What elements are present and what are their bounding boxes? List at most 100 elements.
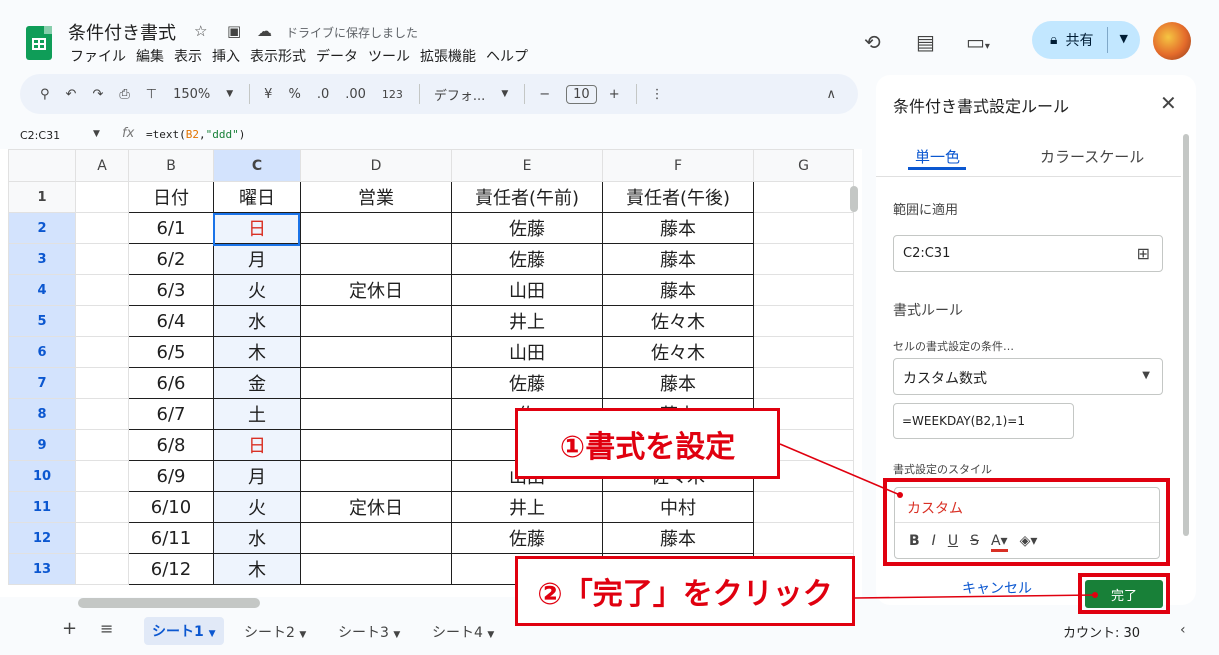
cell[interactable]: 6/12 bbox=[128, 553, 214, 585]
sheet-grid[interactable]: A B C D E F G 1 日付 曜日 営業 責任者(午前) 責任者(午後) 2 6/1 日佐藤 藤本 3 6/… bbox=[0, 149, 862, 597]
bold-icon[interactable]: B bbox=[909, 533, 920, 552]
cell[interactable]: 定休日 bbox=[300, 274, 452, 306]
chevron-down-icon[interactable]: ▼ bbox=[1120, 32, 1128, 45]
menu-data[interactable]: データ bbox=[316, 46, 358, 66]
row-header[interactable]: 11 bbox=[8, 491, 76, 523]
document-title[interactable]: 条件付き書式 bbox=[68, 19, 176, 45]
cell[interactable]: 月 bbox=[213, 460, 301, 492]
cell[interactable] bbox=[75, 274, 129, 306]
cell[interactable]: 日 bbox=[213, 212, 301, 244]
cell[interactable]: 佐々木 bbox=[602, 336, 754, 368]
cell[interactable]: 6/6 bbox=[128, 367, 214, 399]
select-range-icon[interactable]: ⊞ bbox=[1137, 244, 1150, 263]
column-header-c[interactable]: C bbox=[213, 149, 301, 182]
undo-icon[interactable]: ↶ bbox=[66, 87, 77, 102]
cell[interactable]: 水 bbox=[213, 522, 301, 554]
cell[interactable]: 土 bbox=[213, 398, 301, 430]
cell[interactable] bbox=[75, 491, 129, 523]
print-icon[interactable]: ⎙ bbox=[119, 87, 129, 102]
cell[interactable]: 6/4 bbox=[128, 305, 214, 337]
cell[interactable]: 中村 bbox=[602, 491, 754, 523]
cell[interactable] bbox=[753, 491, 854, 523]
custom-formula-input[interactable]: =WEEKDAY(B2,1)=1 bbox=[893, 403, 1074, 439]
cell[interactable]: 藤本 bbox=[602, 367, 754, 399]
cell[interactable]: 金 bbox=[213, 367, 301, 399]
cell[interactable]: 6/10 bbox=[128, 491, 214, 523]
cell[interactable] bbox=[300, 243, 452, 275]
cell[interactable]: 佐藤 bbox=[451, 212, 603, 244]
number-format-button[interactable]: 123 bbox=[382, 88, 403, 101]
cancel-button[interactable]: キャンセル bbox=[962, 578, 1032, 598]
cell[interactable]: 藤本 bbox=[602, 243, 754, 275]
column-header-a[interactable]: A bbox=[75, 149, 129, 182]
name-box-chevron-icon[interactable]: ▼ bbox=[93, 129, 100, 139]
cell[interactable]: 日付 bbox=[128, 181, 214, 213]
font-chevron-icon[interactable]: ▼ bbox=[501, 89, 508, 99]
font-select[interactable]: デフォ... bbox=[434, 85, 485, 104]
cell[interactable] bbox=[75, 460, 129, 492]
tab-sheet2[interactable]: シート2 ▼ bbox=[244, 622, 306, 642]
avatar[interactable] bbox=[1153, 22, 1191, 60]
add-sheet-icon[interactable]: + bbox=[62, 618, 77, 639]
cell[interactable] bbox=[300, 305, 452, 337]
menu-help[interactable]: ヘルプ bbox=[486, 46, 528, 66]
range-input[interactable]: C2:C31 ⊞ bbox=[893, 235, 1163, 272]
share-button[interactable]: 🔒︎ 共有 ▼ bbox=[1032, 21, 1140, 59]
tab-color-scale[interactable]: カラースケール bbox=[1040, 146, 1144, 167]
row-header[interactable]: 8 bbox=[8, 398, 76, 430]
decrease-decimal-button[interactable]: .0 bbox=[317, 87, 329, 102]
tab-sheet3[interactable]: シート3 ▼ bbox=[338, 622, 400, 642]
menu-edit[interactable]: 編集 bbox=[136, 46, 164, 66]
cell[interactable] bbox=[75, 367, 129, 399]
column-header-g[interactable]: G bbox=[753, 149, 854, 182]
cell[interactable]: 佐藤 bbox=[451, 367, 603, 399]
cell[interactable] bbox=[753, 522, 854, 554]
collapse-toolbar-icon[interactable]: ∧ bbox=[826, 87, 836, 102]
cell[interactable]: 木 bbox=[213, 336, 301, 368]
cell[interactable] bbox=[753, 181, 854, 213]
cell[interactable]: 6/3 bbox=[128, 274, 214, 306]
more-icon[interactable]: ⋮ bbox=[651, 87, 664, 102]
cell[interactable] bbox=[75, 212, 129, 244]
close-icon[interactable]: ✕ bbox=[1160, 91, 1177, 115]
column-header-b[interactable]: B bbox=[128, 149, 214, 182]
menu-extensions[interactable]: 拡張機能 bbox=[420, 46, 476, 66]
cell[interactable]: 木 bbox=[213, 553, 301, 585]
cell[interactable]: 藤本 bbox=[602, 212, 754, 244]
cell[interactable] bbox=[753, 367, 854, 399]
cell[interactable]: 6/1 bbox=[128, 212, 214, 244]
cell[interactable] bbox=[753, 274, 854, 306]
cell[interactable] bbox=[300, 460, 452, 492]
comments-icon[interactable]: ▤ bbox=[916, 30, 935, 54]
currency-button[interactable]: ¥ bbox=[264, 87, 272, 102]
italic-icon[interactable]: I bbox=[932, 533, 936, 552]
row-header[interactable]: 12 bbox=[8, 522, 76, 554]
menu-format[interactable]: 表示形式 bbox=[250, 46, 306, 66]
cell[interactable]: 日 bbox=[213, 429, 301, 461]
cell[interactable]: 定休日 bbox=[300, 491, 452, 523]
cell[interactable] bbox=[753, 243, 854, 275]
cell[interactable] bbox=[75, 305, 129, 337]
row-header[interactable]: 2 bbox=[8, 212, 76, 244]
cell[interactable]: 曜日 bbox=[213, 181, 301, 213]
zoom-select[interactable]: 150% bbox=[173, 87, 210, 102]
cell[interactable]: 佐々木 bbox=[602, 305, 754, 337]
cell[interactable] bbox=[753, 336, 854, 368]
collapse-panel-icon[interactable]: ‹ bbox=[1180, 622, 1186, 638]
cell[interactable] bbox=[75, 243, 129, 275]
name-box[interactable]: C2:C31 bbox=[20, 129, 60, 142]
column-header-d[interactable]: D bbox=[300, 149, 452, 182]
cell[interactable]: 6/2 bbox=[128, 243, 214, 275]
cell[interactable]: 藤本 bbox=[602, 274, 754, 306]
cell[interactable]: 6/7 bbox=[128, 398, 214, 430]
cell[interactable] bbox=[75, 398, 129, 430]
cell[interactable] bbox=[300, 522, 452, 554]
font-size-decrease-icon[interactable]: − bbox=[539, 87, 550, 102]
menu-file[interactable]: ファイル bbox=[70, 46, 126, 66]
cell[interactable] bbox=[300, 367, 452, 399]
column-header-f[interactable]: F bbox=[602, 149, 754, 182]
sheets-logo-icon[interactable] bbox=[26, 26, 52, 60]
cell[interactable]: 山田 bbox=[451, 274, 603, 306]
increase-decimal-button[interactable]: .00 bbox=[345, 87, 366, 102]
column-header-e[interactable]: E bbox=[451, 149, 603, 182]
